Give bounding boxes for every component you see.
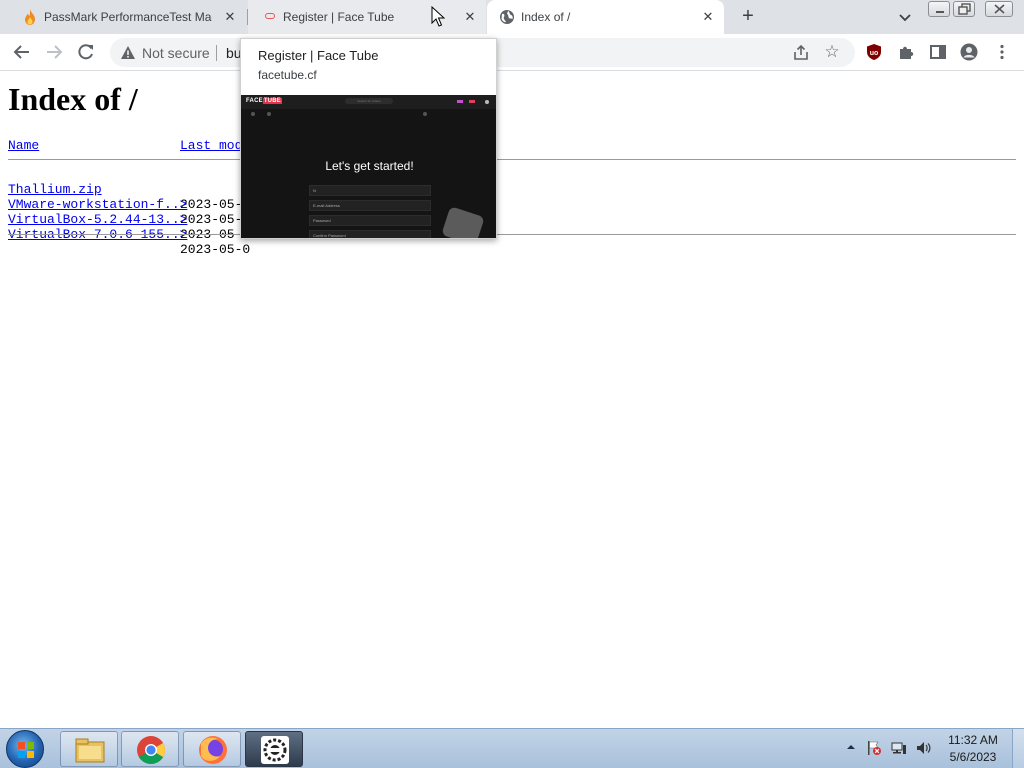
security-label[interactable]: Not secure xyxy=(142,45,210,61)
omnibox-separator xyxy=(216,45,217,61)
preview-decoration xyxy=(441,206,485,238)
action-center-flag-icon[interactable] xyxy=(866,740,882,756)
globe-icon xyxy=(500,10,514,24)
clock-time[interactable]: 11:32 AM xyxy=(940,733,1006,747)
explorer-icon xyxy=(75,738,105,763)
list-item: Thallium.zip 2023-05-0 xyxy=(8,167,250,212)
hover-card-domain: facetube.cf xyxy=(258,68,317,82)
forward-icon[interactable] xyxy=(44,42,64,62)
list-item: VMware-workstation-f..> 2023-05-0 xyxy=(8,182,250,227)
windows-taskbar: 11:32 AM 5/6/2023 xyxy=(0,728,1024,768)
taskbar-passmark[interactable] xyxy=(245,731,303,767)
network-icon[interactable] xyxy=(891,740,907,756)
tab-title: Index of / xyxy=(521,10,571,24)
preview-logo: FACETUBE xyxy=(246,98,282,104)
tab-facetube[interactable]: Register | Face Tube ✕ xyxy=(248,0,486,34)
new-tab-button[interactable]: + xyxy=(737,6,759,28)
preview-field: E-mail Address xyxy=(309,200,431,211)
back-icon[interactable] xyxy=(12,42,32,62)
taskbar-firefox[interactable] xyxy=(183,731,241,767)
taskbar-explorer[interactable] xyxy=(60,731,118,767)
tab-title: Register | Face Tube xyxy=(283,10,395,24)
preview-search: Search for videos xyxy=(345,98,393,104)
tab-index[interactable]: Index of / ✕ xyxy=(487,0,724,34)
restore-icon xyxy=(958,3,971,15)
facetube-icon xyxy=(265,13,275,19)
svg-text:uo: uo xyxy=(870,50,879,57)
divider xyxy=(8,159,1016,160)
close-icon[interactable]: ✕ xyxy=(222,9,238,25)
tab-passmark[interactable]: PassMark PerformanceTest Mac - ✕ xyxy=(8,0,246,34)
menu-icon[interactable] xyxy=(993,43,1011,61)
close-icon xyxy=(994,4,1005,14)
show-desktop-button[interactable] xyxy=(1012,729,1024,768)
file-date: 2023-05-0 xyxy=(180,242,251,257)
column-header-name[interactable]: Name xyxy=(8,138,39,153)
divider xyxy=(8,234,1016,235)
minimize-icon xyxy=(936,11,944,13)
taskbar-chrome[interactable] xyxy=(121,731,179,767)
list-item: VirtualBox-7.0.6-155..> 2023-05-0 xyxy=(8,212,250,257)
preview-field: N xyxy=(309,185,431,196)
flame-icon xyxy=(25,9,35,25)
tab-title: PassMark PerformanceTest Mac - xyxy=(44,10,212,24)
preview-header-icons xyxy=(457,100,489,104)
preview-heading: Let's get started! xyxy=(325,159,414,173)
restore-button[interactable] xyxy=(953,1,975,17)
ublock-icon[interactable]: uo xyxy=(865,43,883,61)
firefox-icon xyxy=(199,736,227,764)
clock-date[interactable]: 5/6/2023 xyxy=(940,750,1006,764)
page-title: Index of / xyxy=(8,81,138,117)
side-panel-icon[interactable] xyxy=(929,43,947,61)
preview-header: FACETUBE Search for videos xyxy=(241,95,496,109)
share-icon[interactable] xyxy=(792,44,810,62)
browser-toolbar: Not secure bu ☆ uo xyxy=(0,34,1024,71)
tab-strip: PassMark PerformanceTest Mac - ✕ Registe… xyxy=(0,0,1024,34)
chrome-icon xyxy=(137,736,165,764)
start-button[interactable] xyxy=(6,730,44,768)
tab-hover-card: Register | Face Tube facetube.cf FACETUB… xyxy=(240,38,497,239)
warning-icon[interactable] xyxy=(120,45,136,61)
preview-field: Confirm Password xyxy=(309,230,431,238)
tab-preview-thumbnail: FACETUBE Search for videos Let's get sta… xyxy=(241,95,496,238)
list-item: VirtualBox-5.2.44-13..> 2023-05-0 xyxy=(8,197,250,242)
hover-card-title: Register | Face Tube xyxy=(258,48,379,63)
close-icon[interactable]: ✕ xyxy=(700,9,716,25)
preview-field: Password xyxy=(309,215,431,226)
mouse-cursor-icon xyxy=(431,6,445,27)
extensions-icon[interactable] xyxy=(897,43,915,61)
reload-icon[interactable] xyxy=(76,42,96,62)
star-icon[interactable]: ☆ xyxy=(823,43,841,61)
preview-nav-dots xyxy=(251,112,427,116)
directory-listing-page: Index of / Name Last modi Thallium.zip 2… xyxy=(0,71,1024,728)
window-close-button[interactable] xyxy=(985,1,1013,17)
passmark-icon xyxy=(261,736,289,764)
minimize-button[interactable] xyxy=(928,1,950,17)
profile-icon[interactable] xyxy=(960,43,978,61)
close-icon[interactable]: ✕ xyxy=(462,9,478,25)
windows-logo-icon xyxy=(18,742,34,758)
tab-search-icon[interactable] xyxy=(896,8,914,26)
show-hidden-icons[interactable] xyxy=(845,741,857,753)
volume-icon[interactable] xyxy=(915,740,931,756)
